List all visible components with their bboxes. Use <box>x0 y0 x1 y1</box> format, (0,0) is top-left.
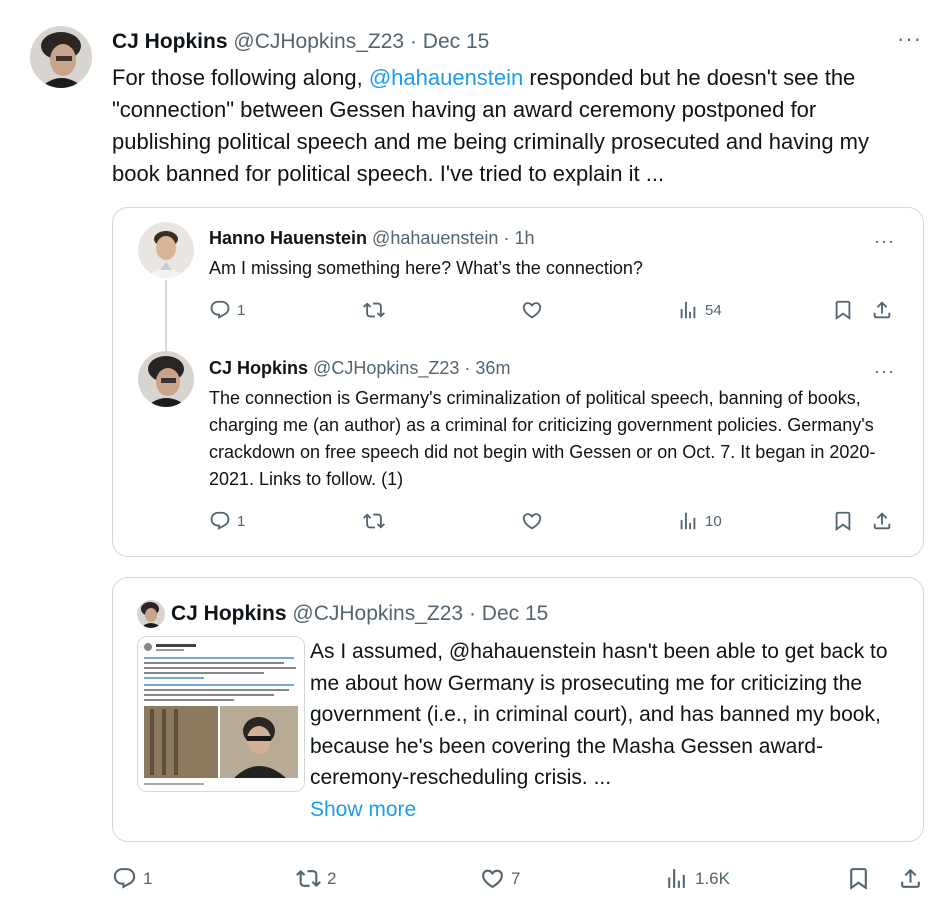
reply-button[interactable]: 1 <box>112 866 152 891</box>
author-handle[interactable]: @CJHopkins_Z23 <box>313 358 459 378</box>
author-name[interactable]: Hanno Hauenstein <box>209 228 367 248</box>
reply-actions: 1 10 <box>209 510 903 534</box>
share-button[interactable] <box>871 510 893 532</box>
bookmark-icon <box>832 510 854 532</box>
reply-icon <box>209 299 231 321</box>
tweet-date[interactable]: Dec 15 <box>482 602 549 625</box>
author-handle[interactable]: @hahauenstein <box>372 228 498 248</box>
share-icon <box>871 299 893 321</box>
author-handle[interactable]: @CJHopkins_Z23 <box>233 30 404 53</box>
retweet-count: 2 <box>327 868 337 888</box>
main-tweet: CJ Hopkins @CJHopkins_Z23 · Dec 15 ··· F… <box>0 0 948 910</box>
quoted-media-thumbnail[interactable] <box>137 636 305 792</box>
separator: · <box>468 602 476 625</box>
separator: · <box>409 30 417 53</box>
like-count: 7 <box>511 868 521 888</box>
tweet-header: CJ Hopkins @CJHopkins_Z23 · Dec 15 <box>112 30 489 54</box>
quoted-text-body: As I assumed, @hahauenstein hasn't been … <box>310 640 888 789</box>
retweet-icon <box>296 866 321 891</box>
reply-count: 1 <box>237 301 246 319</box>
avatar[interactable] <box>138 351 194 407</box>
more-icon[interactable]: ··· <box>874 362 895 380</box>
more-icon[interactable]: ··· <box>897 28 922 50</box>
author-name[interactable]: CJ Hopkins <box>209 358 308 378</box>
reply-icon <box>209 510 231 532</box>
retweet-button[interactable]: 2 <box>296 866 336 891</box>
retweet-icon <box>363 510 385 532</box>
views-button[interactable]: 54 <box>677 299 722 321</box>
views-button[interactable]: 1.6K <box>664 866 730 891</box>
like-icon <box>480 866 505 891</box>
like-button[interactable]: 7 <box>480 866 520 891</box>
avatar[interactable] <box>138 222 194 278</box>
views-icon <box>677 299 699 321</box>
tweet-date[interactable]: Dec 15 <box>423 30 490 53</box>
reply-icon <box>112 866 137 891</box>
bookmark-button[interactable] <box>846 866 871 891</box>
tweet-time[interactable]: 36m <box>475 358 510 378</box>
reply-count: 1 <box>237 512 246 530</box>
quoted-tweet-card[interactable]: CJ Hopkins @CJHopkins_Z23 · Dec 15 As I … <box>112 577 924 842</box>
share-button[interactable] <box>898 866 923 891</box>
bookmark-icon <box>832 299 854 321</box>
reply-header: CJ Hopkins @CJHopkins_Z23 · 36m <box>209 358 510 379</box>
separator: · <box>503 228 510 248</box>
tweet-text: For those following along, @hahauenstein… <box>112 62 912 190</box>
mention-link[interactable]: @hahauenstein <box>369 65 523 90</box>
author-name[interactable]: CJ Hopkins <box>112 30 228 53</box>
tweet-actions: 1 2 7 1.6K <box>112 866 924 894</box>
show-more-link[interactable]: Show more <box>310 794 910 826</box>
quoted-header: CJ Hopkins @CJHopkins_Z23 · Dec 15 <box>171 602 548 626</box>
retweet-icon <box>363 299 385 321</box>
reply-actions: 1 54 <box>209 299 903 323</box>
share-icon <box>871 510 893 532</box>
retweet-button[interactable] <box>363 299 391 321</box>
share-button[interactable] <box>871 299 893 321</box>
tweet-time[interactable]: 1h <box>514 228 534 248</box>
views-button[interactable]: 10 <box>677 510 722 532</box>
views-icon <box>677 510 699 532</box>
avatar[interactable] <box>137 600 165 628</box>
author-name[interactable]: CJ Hopkins <box>171 602 287 625</box>
bookmark-icon <box>846 866 871 891</box>
author-handle[interactable]: @CJHopkins_Z23 <box>292 602 463 625</box>
like-button[interactable] <box>521 299 549 321</box>
reply-text: Am I missing something here? What’s the … <box>209 258 643 278</box>
bookmark-button[interactable] <box>832 510 854 532</box>
reply-button[interactable]: 1 <box>209 510 245 532</box>
more-icon[interactable]: ··· <box>874 232 895 250</box>
quoted-text: As I assumed, @hahauenstein hasn't been … <box>310 636 910 825</box>
bookmark-button[interactable] <box>832 299 854 321</box>
thread-card[interactable]: Hanno Hauenstein @hahauenstein · 1h ··· … <box>112 207 924 557</box>
reply-count: 1 <box>143 868 153 888</box>
tweet-text-before: For those following along, <box>112 65 369 90</box>
reply-text: The connection is Germany's criminalizat… <box>209 388 876 489</box>
like-icon <box>521 299 543 321</box>
like-button[interactable] <box>521 510 549 532</box>
reply-button[interactable]: 1 <box>209 299 245 321</box>
like-icon <box>521 510 543 532</box>
views-icon <box>664 866 689 891</box>
views-count: 54 <box>705 301 722 319</box>
views-count: 10 <box>705 512 722 530</box>
share-icon <box>898 866 923 891</box>
retweet-button[interactable] <box>363 510 391 532</box>
avatar[interactable] <box>30 26 92 88</box>
views-count: 1.6K <box>695 868 730 888</box>
separator: · <box>464 358 471 378</box>
reply-header: Hanno Hauenstein @hahauenstein · 1h <box>209 228 534 249</box>
